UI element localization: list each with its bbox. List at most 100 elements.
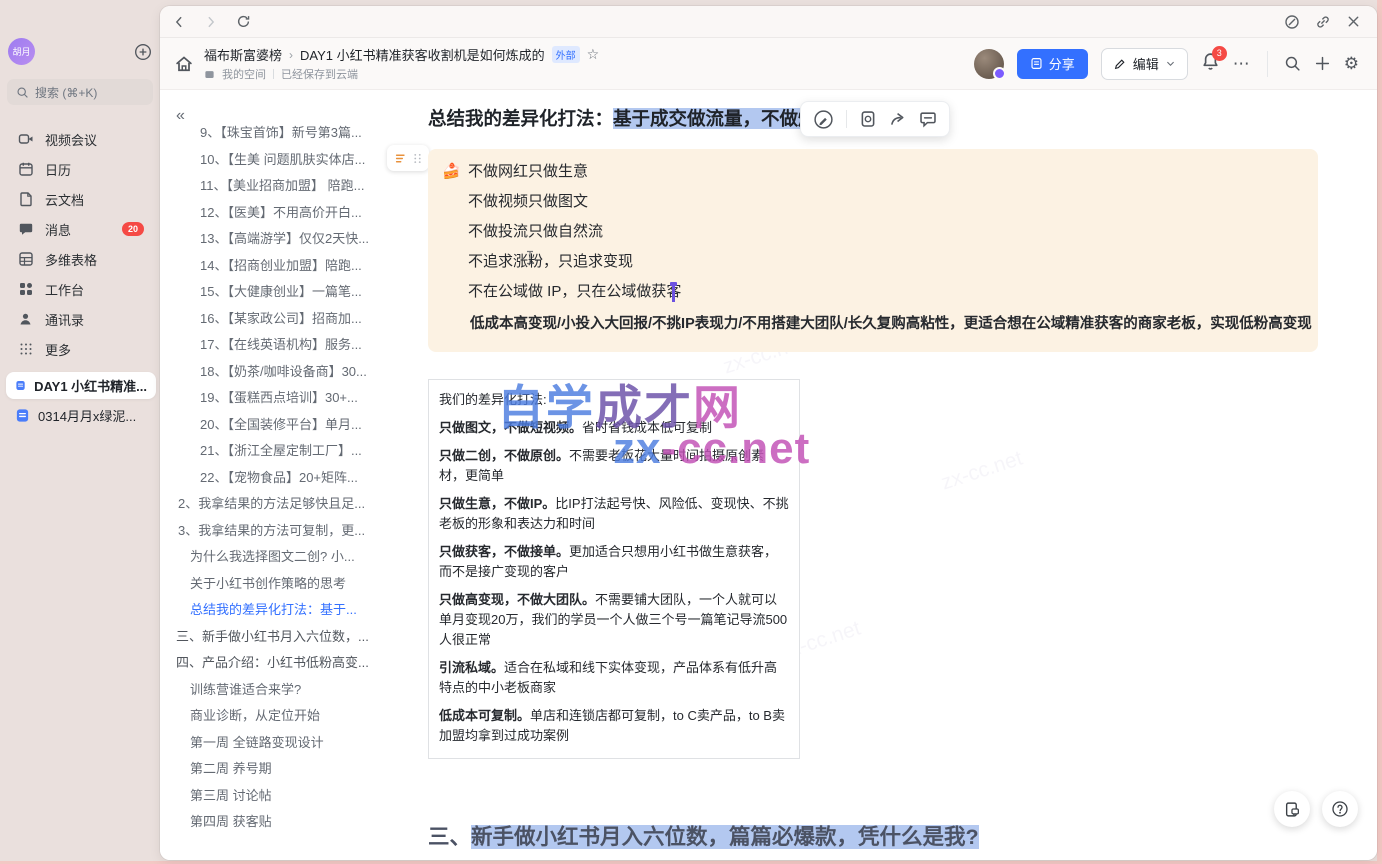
outline-item[interactable]: 第一周 全链路变现设计 <box>170 735 422 751</box>
outline-item[interactable]: 14、【招商创业加盟】陪跑... <box>170 258 422 274</box>
share-label: 分享 <box>1049 54 1075 73</box>
style-brush-icon[interactable] <box>813 109 834 130</box>
nav-label: 通讯录 <box>45 310 84 329</box>
outline-item[interactable]: 商业诊断，从定位开始 <box>170 708 422 724</box>
divider <box>846 110 847 128</box>
outline-item-label: 第三周 讨论帖 <box>190 788 272 803</box>
outline-item[interactable]: 第四周 获客贴 <box>170 814 422 830</box>
sidebar-item-video-meeting[interactable]: 视频会议 <box>0 124 160 154</box>
share-arrow-icon[interactable] <box>889 110 907 128</box>
outline-item[interactable]: 17、【在线英语机构】服务... <box>170 337 422 353</box>
more-actions-icon[interactable]: ⋯ <box>1233 54 1251 74</box>
plus-icon[interactable] <box>1314 55 1331 72</box>
breadcrumb-doc-title[interactable]: DAY1 小红书精准获客收割机是如何炼成的 <box>300 45 545 64</box>
watermark-ghost: zx-cc.net <box>938 447 1025 496</box>
sidebar-item-cloud-docs[interactable]: 云文档 <box>0 184 160 214</box>
space-name[interactable]: 我的空间 <box>222 66 266 82</box>
close-icon[interactable] <box>1346 14 1361 29</box>
star-icon[interactable]: ☆ <box>587 46 600 63</box>
doc-list-item[interactable]: 0314月月x绿泥... <box>6 402 156 429</box>
outline-item-label: 10、【生美 问题肌肤实体店... <box>200 152 365 167</box>
outline-toggle-widget[interactable] <box>387 145 429 171</box>
breadcrumb-parent[interactable]: 福布斯富婆榜 <box>204 45 282 64</box>
pencil-icon <box>1113 57 1127 71</box>
back-icon[interactable] <box>172 15 186 29</box>
outline-item[interactable]: 为什么我选择图文二创? 小... <box>170 549 422 565</box>
outline-item[interactable]: 13、【高端游学】仅仅2天快... <box>170 231 422 247</box>
selection-toolbar <box>800 101 950 137</box>
video-camera-icon <box>18 131 34 147</box>
outline-item[interactable]: 三、新手做小红书月入六位数，... <box>170 629 422 645</box>
settings-gear-icon[interactable]: ⚙ <box>1344 54 1359 74</box>
outline-item[interactable]: 总结我的差异化打法：基于... <box>170 602 422 618</box>
outline-item[interactable]: 3、我拿结果的方法可复制，更... <box>170 523 422 539</box>
outline-item[interactable]: 10、【生美 问题肌肤实体店... <box>170 152 422 168</box>
nav-label: 消息 <box>45 220 71 239</box>
doc-list-item[interactable]: DAY1 小红书精准... <box>6 372 156 399</box>
outline-item[interactable]: 2、我拿结果的方法足够快且足... <box>170 496 422 512</box>
doc-assist-button[interactable] <box>1274 791 1310 827</box>
outline-item[interactable]: 19、【蛋糕西点培训】30+... <box>170 390 422 406</box>
sidebar-item-messages[interactable]: 消息 20 <box>0 214 160 244</box>
chat-icon <box>18 221 34 237</box>
section-heading-selected: 新手做小红书月入六位数，篇篇必爆款，凭什么是我? <box>471 825 979 849</box>
nav-label: 云文档 <box>45 190 84 209</box>
doc-header: 福布斯富婆榜 › DAY1 小红书精准获客收割机是如何炼成的 外部 ☆ 我的空间… <box>160 38 1377 90</box>
outline-item[interactable]: 16、【某家政公司】招商加... <box>170 311 422 327</box>
help-button[interactable] <box>1322 791 1358 827</box>
outline-item-label: 9、【珠宝首饰】新号第3篇... <box>200 125 362 140</box>
collapse-outline-icon[interactable]: « <box>176 107 185 125</box>
forward-icon[interactable] <box>204 15 218 29</box>
sidebar-item-base[interactable]: 多维表格 <box>0 244 160 274</box>
outline-item-label: 商业诊断，从定位开始 <box>190 708 320 723</box>
comment-icon[interactable] <box>919 110 937 128</box>
notifications-button[interactable]: 3 <box>1201 52 1220 76</box>
collaborator-avatar[interactable] <box>974 49 1004 79</box>
share-button[interactable]: 分享 <box>1017 49 1088 79</box>
outline-item[interactable]: 12、【医美】不用高价开白... <box>170 205 422 221</box>
strategy-box[interactable]: 我们的差异化打法: 只做图文，不做短视频。省时省钱成本低可复制 只做二创，不做原… <box>428 379 800 759</box>
workbench-icon <box>18 281 34 297</box>
refresh-icon[interactable] <box>236 14 251 29</box>
nav-label: 多维表格 <box>45 250 97 269</box>
copy-link-icon[interactable] <box>1315 14 1331 30</box>
outline-item[interactable]: 11、【美业招商加盟】 陪跑... <box>170 178 422 194</box>
outline-item[interactable]: 20、【全国装修平台】单月... <box>170 417 422 433</box>
contacts-icon <box>18 311 34 327</box>
outline-item[interactable]: 四、产品介绍：小红书低粉高变... <box>170 655 422 671</box>
avatar[interactable]: 胡月 <box>8 38 35 65</box>
copy-block-link-icon[interactable] <box>859 110 877 128</box>
save-status: 已经保存到云端 <box>281 66 358 82</box>
outline-item[interactable]: 15、【大健康创业】一篇笔... <box>170 284 422 300</box>
add-icon[interactable] <box>134 43 152 61</box>
global-search-icon[interactable] <box>1284 55 1301 72</box>
doc-heading[interactable]: 总结我的差异化打法：基于成交做流量，不做爆款 <box>428 105 835 131</box>
text-cursor <box>525 250 535 265</box>
sidebar-item-calendar[interactable]: 日历 <box>0 154 160 184</box>
outline-item-label: 训练营谁适合来学? <box>190 682 301 697</box>
outline-item[interactable]: 22、【宠物食品】20+矩阵... <box>170 470 422 486</box>
strategy-item: 只做生意，不做IP。比IP打法起号快、风险低、变现快、不挑老板的形象和表达力和时… <box>439 494 789 534</box>
collab-text-caret <box>672 285 675 302</box>
sidebar-item-contacts[interactable]: 通讯录 <box>0 304 160 334</box>
sidebar-item-workbench[interactable]: 工作台 <box>0 274 160 304</box>
callout-line-text: 不在公域做 IP，只在公域做获客 <box>468 283 681 300</box>
outline-item[interactable]: 训练营谁适合来学? <box>170 682 422 698</box>
outline-item[interactable]: 21、【浙江全屋定制工厂】... <box>170 443 422 459</box>
outline-item-label: 第二周 养号期 <box>190 761 272 776</box>
callout-line-text: 不做视频只做图文 <box>468 193 588 210</box>
outline-item[interactable]: 第二周 养号期 <box>170 761 422 777</box>
strategy-item: 只做二创，不做原创。不需要老板花大量时间拍摄原创素材，更简单 <box>439 446 789 486</box>
section-heading[interactable]: 三、新手做小红书月入六位数，篇篇必爆款，凭什么是我? <box>428 820 979 851</box>
outline-item[interactable]: 第三周 讨论帖 <box>170 788 422 804</box>
sidebar-item-more[interactable]: 更多 <box>0 334 160 364</box>
edit-button[interactable]: 编辑 <box>1101 48 1188 80</box>
performance-icon[interactable] <box>1284 14 1300 30</box>
app-sidebar: 胡月 搜索 (⌘+K) 视频会议 日历 云文档 消息 20 多维表格 <box>0 0 160 864</box>
callout-block[interactable]: 🍰 不做网红只做生意不做视频只做图文不做投流只做自然流不追求涨粉，只追求变现不在… <box>428 149 1318 352</box>
home-icon[interactable] <box>174 54 194 74</box>
outline-item[interactable]: 18、【奶茶/咖啡设备商】30... <box>170 364 422 380</box>
search-input[interactable]: 搜索 (⌘+K) <box>7 79 153 105</box>
outline-item[interactable]: 9、【珠宝首饰】新号第3篇... <box>170 125 422 141</box>
outline-item[interactable]: 关于小红书创作策略的思考 <box>170 576 422 592</box>
